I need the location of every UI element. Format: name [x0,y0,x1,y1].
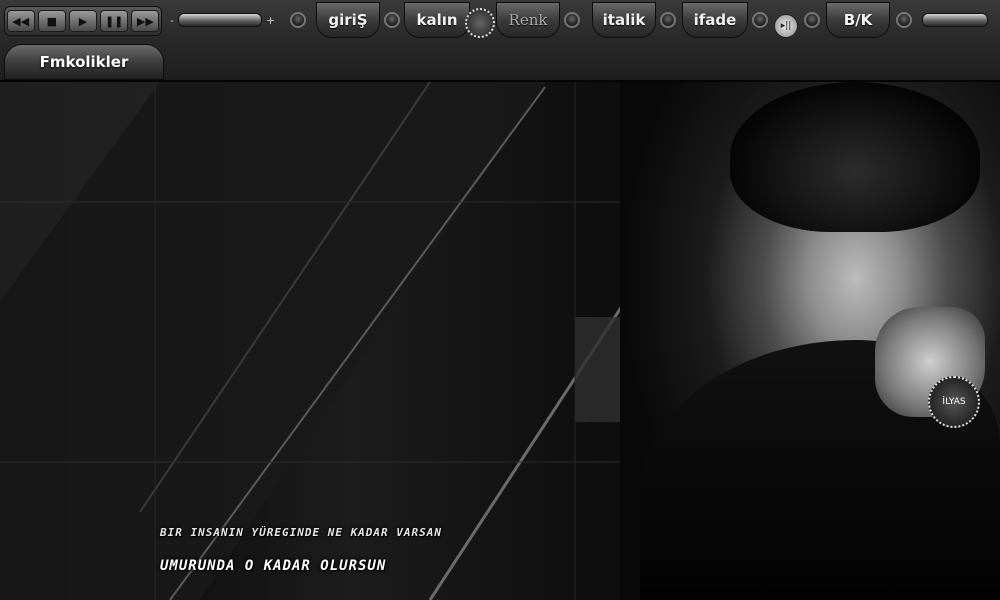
skip-forward-icon[interactable]: ▶▶ [131,10,160,32]
station-name-button[interactable]: Fmkolikler [4,44,164,80]
volume-slider[interactable]: - + [170,10,275,30]
tab-kalin[interactable]: kalın [404,2,470,38]
caption-line-2: UMURUNDA O KADAR OLURSUN [160,558,387,574]
portrait-hair [730,82,980,232]
pause-icon[interactable]: ❚❚ [100,10,129,32]
volume-minus-label: - [170,13,174,27]
volume-plus-label: + [265,13,276,27]
knob-icon[interactable] [752,12,768,28]
volume-track[interactable] [177,13,262,27]
tab-bk[interactable]: B/K [826,2,890,38]
knob-icon[interactable] [384,12,400,28]
right-slider-track[interactable] [922,13,988,27]
skip-back-icon[interactable]: ◀◀ [6,10,35,32]
knob-icon[interactable] [896,12,912,28]
emblem-icon [465,8,495,38]
top-toolbar: ◀◀ ■ ▶ ❚❚ ▶▶ - + giriŞ kalın Renk italik… [0,0,1000,82]
tab-renk[interactable]: Renk [496,2,560,38]
knob-icon[interactable] [660,12,676,28]
knob-icon[interactable] [290,12,306,28]
seal-icon: İLYAS [928,376,980,428]
play-pause-icon[interactable]: ▸|| [774,14,798,38]
knob-icon[interactable] [564,12,580,28]
caption-line-1: BIR INSANIN YÜREGINDE NE KADAR VARSAN [160,526,443,539]
play-icon[interactable]: ▶ [68,10,97,32]
background-artwork: İLYAS [0,82,1000,600]
tab-ifade[interactable]: ifade [682,2,748,38]
right-slider[interactable] [918,10,992,30]
stop-icon[interactable]: ■ [37,10,66,32]
tab-italik[interactable]: italik [592,2,656,38]
knob-icon[interactable] [804,12,820,28]
portrait-photo [620,82,1000,600]
tab-giris[interactable]: giriŞ [316,2,380,38]
media-controls: ◀◀ ■ ▶ ❚❚ ▶▶ [4,6,162,36]
